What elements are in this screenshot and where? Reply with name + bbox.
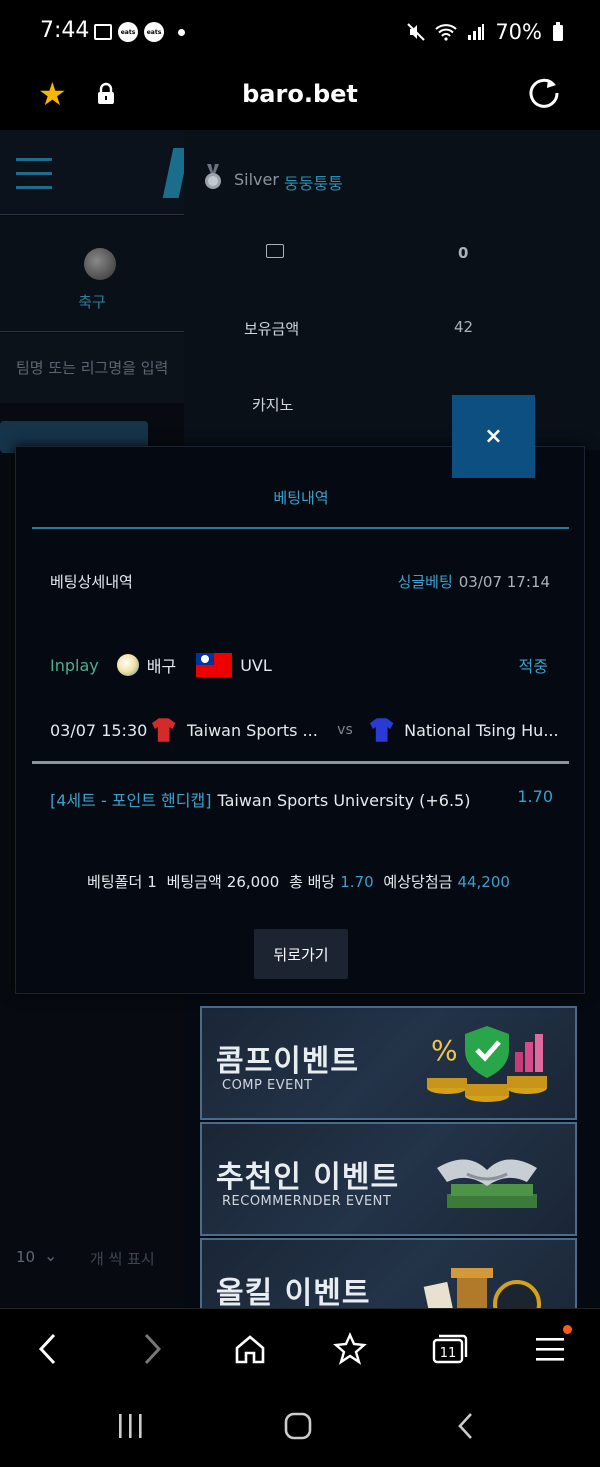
odds-value: 1.70 (340, 873, 374, 891)
more-notifications-dot (178, 28, 185, 36)
banner-comp-event[interactable]: 콤프이벤트 COMP EVENT % (200, 1006, 577, 1120)
battery-icon (553, 22, 563, 41)
away-team: National Tsing Hu... (404, 720, 559, 740)
browser-url-bar: ★ baro.bet (0, 62, 600, 130)
account-panel: Silver 둥둥퉁퉁 0 보유금액 42 카지노 (184, 130, 600, 450)
mail-icon[interactable] (266, 244, 284, 258)
taiwan-flag-icon (196, 653, 233, 677)
eats-app-icon: eats (118, 22, 138, 42)
bet-meta: 싱글베팅 03/07 17:14 (398, 571, 550, 592)
tabs-icon[interactable]: 11 (432, 1331, 468, 1367)
system-status: 70% (407, 20, 564, 44)
modal-title: 베팅상세내역 (50, 573, 133, 591)
chevron-down-icon[interactable]: ⌄ (44, 1246, 57, 1265)
status-time: 7:44 (40, 18, 90, 43)
banner-title: 추천인 이벤트 (216, 1160, 400, 1195)
close-button[interactable]: × (452, 395, 535, 478)
match-info-row: Inplay 배구 UVL (50, 653, 272, 677)
odds-label: 총 배당 (289, 873, 336, 891)
payout-label: 예상당첨금 (383, 873, 453, 891)
recent-apps-icon[interactable] (114, 1410, 146, 1442)
match-time: 03/07 15:30 (50, 720, 148, 740)
notification-dot (563, 1325, 572, 1334)
bet-detail-modal: 베팅내역 베팅상세내역 싱글베팅 03/07 17:14 Inplay 배구 UV… (15, 446, 585, 994)
tab-count: 11 (440, 1346, 457, 1361)
member-level: Silver (234, 170, 279, 189)
banner-title: 콤프이벤트 (216, 1044, 359, 1079)
banner-title: 올킬 이벤트 (216, 1276, 371, 1308)
reload-icon[interactable] (528, 76, 562, 110)
notification-icons: eats eats (94, 22, 185, 42)
match-teams-row: 03/07 15:30 Taiwan Sports ... vs Nationa… (50, 717, 560, 743)
sport-tab-soccer[interactable]: 축구 (0, 216, 184, 332)
forward-arrow-icon[interactable] (134, 1331, 170, 1367)
folder-label: 베팅폴더 (87, 873, 143, 891)
volleyball-icon (116, 654, 139, 676)
league-name: UVL (240, 655, 272, 675)
pick-odds: 1.70 (517, 787, 553, 806)
back-button[interactable]: 뒤로가기 (254, 929, 348, 979)
status-bar: 7:44 eats eats 70% (0, 0, 600, 62)
amount-value: 26,000 (226, 873, 280, 891)
bookmarks-icon[interactable] (332, 1331, 368, 1367)
hamburger-menu-icon[interactable] (16, 158, 52, 200)
bet-type: 싱글베팅 (397, 573, 453, 591)
sport-name: 배구 (146, 657, 177, 676)
home-team: Taiwan Sports ... (186, 720, 318, 740)
menu-icon[interactable] (532, 1325, 572, 1367)
sport-label: 축구 (78, 293, 106, 311)
username[interactable]: 둥둥퉁퉁 (284, 170, 343, 194)
browser-toolbar: 11 (0, 1308, 600, 1388)
mute-icon (407, 23, 426, 41)
trophy-chip-icon (423, 1268, 541, 1308)
casino-label: 카지노 (252, 396, 294, 414)
home-icon[interactable] (232, 1331, 268, 1367)
eats-app-icon: eats (144, 22, 164, 42)
pick-selection: Taiwan Sports University (+6.5) (217, 791, 471, 810)
bet-pick-row: [4세트 - 포인트 핸디캡] Taiwan Sports University … (50, 787, 553, 811)
svg-text:%: % (431, 1034, 458, 1067)
amount-label: 베팅금액 (166, 873, 222, 891)
bet-datetime: 03/07 17:14 (458, 573, 550, 591)
battery-percent: 70% (495, 20, 542, 44)
home-button-icon[interactable] (282, 1410, 314, 1442)
pick-market: [4세트 - 포인트 핸디캡] (50, 791, 212, 810)
soccer-ball-icon (84, 248, 116, 280)
page-size-value[interactable]: 10 (16, 1248, 35, 1266)
signal-icon (468, 24, 485, 40)
divider (32, 761, 569, 764)
handshake-money-icon (437, 1159, 537, 1208)
message-count: 0 (458, 244, 469, 262)
page-size-label: 개 씩 표시 (90, 1250, 155, 1268)
away-jersey-icon (369, 718, 394, 742)
search-placeholder: 팀명 또는 리그명을 입력 (16, 359, 169, 377)
banner-allkill-event[interactable]: 올킬 이벤트 (200, 1238, 577, 1308)
silver-medal-icon (205, 164, 221, 189)
banner-recommender-event[interactable]: 추천인 이벤트 RECOMMERNDER EVENT (200, 1122, 577, 1236)
tab-bet-history[interactable]: 베팅내역 (16, 487, 586, 508)
image-icon (94, 24, 112, 40)
folder-value: 1 (147, 873, 157, 891)
bet-summary: 베팅폴더 1 베팅금액 26,000 총 배당 1.70 예상당첨금 44,200 (16, 871, 586, 892)
payout-value: 44,200 (457, 873, 510, 891)
back-arrow-icon[interactable] (30, 1331, 66, 1367)
home-jersey-icon (152, 718, 176, 742)
site-header (0, 130, 190, 215)
coins-shield-icon: % (427, 1026, 547, 1102)
inplay-badge: Inplay (50, 655, 99, 675)
vs-label: vs (337, 722, 353, 738)
system-nav-bar (0, 1388, 600, 1467)
banner-subtitle: COMP EVENT (222, 1078, 313, 1093)
tab-underline (32, 527, 569, 529)
balance-value: 42 (454, 318, 474, 336)
wifi-icon (435, 24, 457, 41)
balance-label: 보유금액 (244, 320, 300, 338)
banner-subtitle: RECOMMERNDER EVENT (222, 1194, 392, 1209)
system-back-icon[interactable] (450, 1410, 482, 1442)
url-text[interactable]: baro.bet (0, 80, 600, 108)
team-search-input[interactable]: 팀명 또는 리그명을 입력 (0, 333, 184, 403)
bet-result: 적중 (518, 657, 548, 676)
